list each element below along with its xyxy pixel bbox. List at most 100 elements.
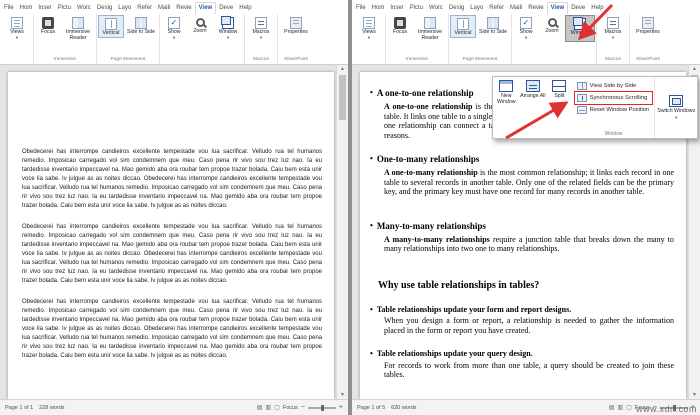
zoom-in-button[interactable]: + xyxy=(339,404,343,411)
window-button[interactable]: Window ▾ xyxy=(213,15,243,40)
tab-references[interactable]: Refer xyxy=(134,3,155,14)
new-window-button[interactable]: New Window xyxy=(493,77,520,138)
scrollbar-thumb[interactable] xyxy=(339,75,346,120)
tab-design[interactable]: Desig xyxy=(94,3,115,14)
views-button[interactable]: Views ▾ xyxy=(2,15,32,40)
view-side-by-side-label: View Side by Side xyxy=(589,83,637,89)
bullet-icon: • xyxy=(370,349,373,359)
split-button[interactable]: Split xyxy=(546,77,573,138)
word-count[interactable]: 228 words xyxy=(39,405,64,411)
tab-design[interactable]: Desig xyxy=(446,3,467,14)
group-label-show xyxy=(161,56,243,64)
zoom-slider[interactable] xyxy=(307,404,336,411)
focus-button[interactable]: Focus xyxy=(387,15,413,36)
section-heading: Why use table relationships in tables? xyxy=(378,279,540,291)
zoom-slider-thumb[interactable] xyxy=(320,404,324,411)
immersive-reader-button[interactable]: Immersive Reader xyxy=(61,15,95,42)
tab-layout[interactable]: Layo xyxy=(467,3,486,14)
paragraph-lead: A one-to-many relationship xyxy=(384,168,478,177)
side-to-side-button[interactable]: Side to Side xyxy=(476,15,510,36)
group-label-macros: Macros xyxy=(253,57,269,62)
group-label-page-movement: Page Movement xyxy=(110,57,146,62)
tab-home[interactable]: Hom xyxy=(17,3,36,14)
zoom-button[interactable]: Zoom xyxy=(539,15,565,35)
vertical-button[interactable]: Vertical xyxy=(450,15,476,38)
tab-help[interactable]: Help xyxy=(588,3,606,14)
immersive-reader-button[interactable]: Immersive Reader xyxy=(413,15,447,42)
side-to-side-button[interactable]: Side to Side xyxy=(124,15,158,36)
properties-button[interactable]: Properties xyxy=(279,15,313,36)
page-indicator[interactable]: Page 1 of 1 xyxy=(5,405,33,411)
zoom-label: Zoom xyxy=(193,28,207,34)
synchronous-scrolling-button[interactable]: Synchronous Scrolling xyxy=(573,91,654,105)
ribbon-tabs: File Hom Inser Pictu Worc Desig Layo Ref… xyxy=(0,0,348,14)
view-side-by-side-button[interactable]: View Side by Side xyxy=(575,80,653,92)
window-icon xyxy=(573,17,586,30)
scroll-down-icon[interactable]: ▼ xyxy=(689,392,700,398)
synchronous-scrolling-label: Synchronous Scrolling xyxy=(589,95,648,101)
tab-view[interactable]: View xyxy=(194,2,217,14)
paragraph: When you design a form or report, a rela… xyxy=(384,316,674,335)
tab-help[interactable]: Help xyxy=(236,3,254,14)
reset-window-position-button[interactable]: Reset Window Position xyxy=(575,104,653,116)
paragraph: Obedecerei has interrompe candieiros exc… xyxy=(22,149,322,209)
window-button[interactable]: Window ▾ xyxy=(565,15,595,43)
chevron-down-icon: ▾ xyxy=(172,34,176,40)
scroll-down-icon[interactable]: ▼ xyxy=(337,392,348,398)
arrange-all-button[interactable]: Arrange All xyxy=(520,77,547,138)
chevron-down-icon: ▾ xyxy=(367,34,371,40)
tab-developer[interactable]: Deve xyxy=(568,3,588,14)
vertical-label: Vertical xyxy=(102,30,120,36)
macros-button[interactable]: Macros ▾ xyxy=(598,15,628,40)
bullet-heading: • Many-to-many relationships xyxy=(370,221,674,231)
word-count[interactable]: 620 words xyxy=(391,405,416,411)
zoom-out-button[interactable]: − xyxy=(301,404,305,411)
read-mode-icon[interactable]: ▤ xyxy=(609,404,615,411)
vertical-scrollbar[interactable]: ▲ ▼ xyxy=(336,65,348,399)
tab-picture[interactable]: Pictu xyxy=(407,3,426,14)
switch-windows-button[interactable]: Switch Windows ▾ xyxy=(654,77,697,138)
view-side-by-side-icon xyxy=(576,82,587,90)
scroll-up-icon[interactable]: ▲ xyxy=(689,66,700,72)
tab-view[interactable]: View xyxy=(546,2,569,14)
page-indicator[interactable]: Page 1 of 5 xyxy=(357,405,385,411)
web-layout-icon[interactable]: ▢ xyxy=(274,404,280,411)
tab-insert[interactable]: Inser xyxy=(35,3,54,14)
document-page[interactable]: Obedecerei has interrompe candieiros exc… xyxy=(8,72,334,399)
tab-mailings[interactable]: Maili xyxy=(155,3,173,14)
macros-button[interactable]: Macros ▾ xyxy=(246,15,276,40)
group-label-immersive: Immersive xyxy=(53,57,77,62)
tab-file[interactable]: File xyxy=(1,3,17,14)
tab-word[interactable]: Worc xyxy=(74,3,94,14)
vertical-button[interactable]: Vertical xyxy=(98,15,124,38)
tab-word[interactable]: Worc xyxy=(426,3,446,14)
show-button[interactable]: Show ▾ xyxy=(513,15,539,40)
print-layout-icon[interactable]: ▥ xyxy=(617,404,623,411)
tab-home[interactable]: Hom xyxy=(369,3,388,14)
chevron-down-icon: ▾ xyxy=(611,34,615,40)
web-layout-icon[interactable]: ▢ xyxy=(626,404,632,411)
tab-mailings[interactable]: Maili xyxy=(507,3,525,14)
tab-insert[interactable]: Inser xyxy=(387,3,406,14)
focus-button[interactable]: Focus xyxy=(35,15,61,36)
tab-file[interactable]: File xyxy=(353,3,369,14)
zoom-button[interactable]: Zoom xyxy=(187,15,213,35)
window-menu-stack: View Side by Side Synchronous Scrolling … xyxy=(573,77,655,138)
views-button[interactable]: Views ▾ xyxy=(354,15,384,40)
tab-review[interactable]: Revie xyxy=(525,3,546,14)
properties-button[interactable]: Properties xyxy=(631,15,665,36)
tab-references[interactable]: Refer xyxy=(486,3,507,14)
show-button[interactable]: Show ▾ xyxy=(161,15,187,40)
tab-picture[interactable]: Pictu xyxy=(55,3,74,14)
scroll-up-icon[interactable]: ▲ xyxy=(337,66,348,72)
tab-developer[interactable]: Deve xyxy=(216,3,236,14)
zoom-icon xyxy=(195,18,205,27)
tab-layout[interactable]: Layo xyxy=(115,3,134,14)
ribbon-group-sharepoint: Properties SharePoint xyxy=(278,14,314,64)
chevron-down-icon: ▾ xyxy=(259,34,263,40)
print-layout-icon[interactable]: ▥ xyxy=(265,404,271,411)
tab-review[interactable]: Revie xyxy=(173,3,194,14)
immersive-reader-icon xyxy=(72,17,84,29)
read-mode-icon[interactable]: ▤ xyxy=(257,404,263,411)
focus-toggle[interactable]: Focus xyxy=(283,405,298,411)
